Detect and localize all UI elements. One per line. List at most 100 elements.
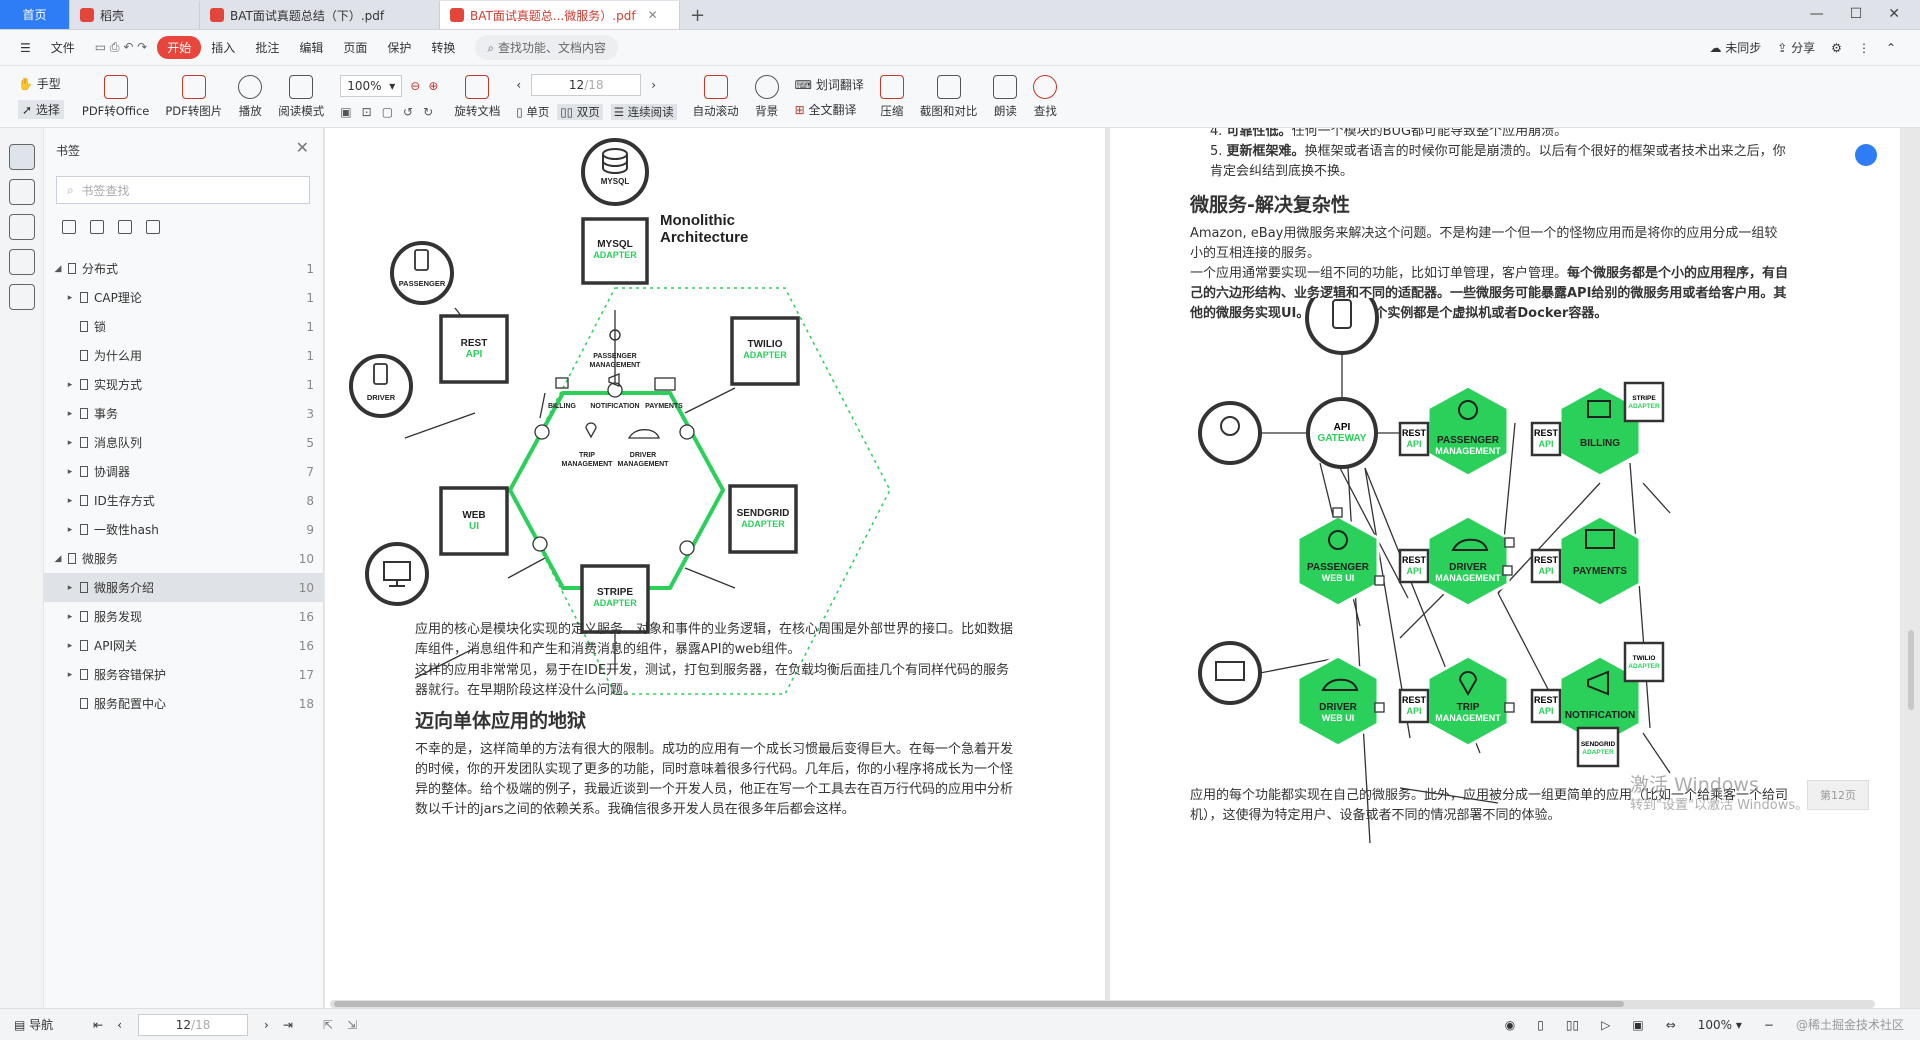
collapse-icon[interactable]: ⌃ [1886, 41, 1896, 55]
fit-page-icon[interactable]: ▣ [340, 105, 351, 119]
quick-access-icons[interactable]: ▭ ⎙ ↶ ↷ [85, 40, 158, 55]
status-zoom[interactable]: 100% ▾ [1698, 1018, 1742, 1032]
select-tool[interactable]: ➚ 选择 [18, 99, 64, 119]
bookmark-item[interactable]: 服务配置中心 18 [44, 689, 324, 718]
next-page-icon[interactable]: › [651, 78, 656, 92]
menu-convert[interactable]: 转换 [421, 39, 465, 56]
prev-page-icon[interactable]: ‹ [516, 78, 521, 92]
double-view-icon[interactable]: ▯▯ [1566, 1018, 1579, 1032]
double-page-button[interactable]: ▯▯ 双页 [557, 103, 603, 120]
bookmark-item[interactable]: 锁1 [44, 312, 324, 341]
bookmark-item[interactable]: ▸ ID生存方式 8 [44, 486, 324, 515]
autoscroll-button[interactable]: 自动滚动 [685, 68, 747, 126]
signature-panel-icon[interactable] [8, 284, 35, 310]
bookmark-item[interactable]: ◢ 微服务 10 [44, 544, 324, 573]
fit-page-icon[interactable]: ▣ [1632, 1018, 1643, 1032]
play-icon[interactable]: ▷ [1601, 1018, 1610, 1032]
nav-toggle[interactable]: ▤ 导航 [0, 1016, 53, 1033]
find-button[interactable]: 查找 [1025, 68, 1065, 126]
zoom-out-icon[interactable]: − [1764, 1018, 1774, 1032]
expand-arrow-icon[interactable]: ▸ [64, 583, 76, 593]
page-input[interactable]: 12/18 [531, 73, 642, 96]
close-window-icon[interactable]: ✕ [1888, 6, 1900, 22]
screenshot-button[interactable]: 截图和对比 [912, 68, 986, 126]
fit-width-icon[interactable]: ⊡ [362, 105, 372, 119]
expand-arrow-icon[interactable]: ▸ [64, 380, 76, 390]
zoom-in-icon[interactable]: ⊕ [428, 79, 438, 93]
menu-insert[interactable]: 插入 [201, 39, 245, 56]
expand-arrow-icon[interactable]: ▸ [64, 670, 76, 680]
bookmark-item[interactable]: 为什么用 1 [44, 341, 324, 370]
pdf-to-image-button[interactable]: PDF转图片 [157, 68, 230, 126]
add-bookmark-icon[interactable] [62, 220, 76, 234]
expand-arrow-icon[interactable]: ▸ [64, 438, 76, 448]
maximize-icon[interactable]: ☐ [1850, 6, 1863, 22]
pdf-to-office-button[interactable]: PDF转Office [74, 68, 157, 126]
expand-arrow-icon[interactable]: ▸ [64, 293, 76, 303]
vertical-scrollbar[interactable] [1906, 130, 1916, 1000]
background-button[interactable]: 背景 [747, 68, 787, 126]
bookmark-item[interactable]: ▸ 一致性hash 9 [44, 515, 324, 544]
single-page-button[interactable]: ▯ 单页 [516, 104, 549, 120]
eye-icon[interactable]: ◉ [1505, 1018, 1515, 1032]
read-aloud-button[interactable]: 朗读 [985, 68, 1025, 126]
share-button[interactable]: ⇪ 分享 [1777, 39, 1815, 56]
next-page-icon[interactable]: › [264, 1018, 269, 1032]
hand-tool[interactable]: ✋ 手型 [18, 75, 64, 92]
tab-home[interactable]: 首页 [0, 0, 70, 29]
last-page-icon[interactable]: ⇥ [283, 1018, 293, 1032]
prev-page-icon[interactable]: ‹ [117, 1018, 122, 1032]
bookmark-item[interactable]: ◢ 分布式 1 [44, 254, 324, 283]
scroll-thumb[interactable] [334, 1001, 1624, 1007]
attachment-panel-icon[interactable] [8, 249, 35, 275]
full-translate-button[interactable]: ⊞ 全文翻译 [795, 101, 864, 118]
tab-pdf-2[interactable]: BAT面试真题总...微服务）.pdf ✕ [440, 1, 680, 29]
thumbnail-panel-icon[interactable] [8, 179, 35, 205]
zoom-select[interactable]: 100% ▾ [340, 74, 403, 97]
menu-page[interactable]: 页面 [333, 39, 377, 56]
feature-search[interactable]: ⌕ 查找功能、文档内容 [475, 35, 618, 60]
expand-arrow-icon[interactable]: ▸ [64, 525, 76, 535]
bookmark-item[interactable]: ▸ CAP理论 1 [44, 283, 324, 312]
first-page-icon[interactable]: ⇤ [93, 1018, 103, 1032]
more-icon[interactable]: ⋮ [1858, 41, 1870, 55]
settings-icon[interactable]: ⚙ [1831, 41, 1842, 55]
status-page-input[interactable]: 12/18 [138, 1013, 249, 1036]
actual-size-icon[interactable]: ▢ [382, 105, 393, 119]
menu-icon[interactable]: ☰ [10, 41, 41, 55]
rotate-left-icon[interactable]: ↺ [403, 105, 413, 119]
single-view-icon[interactable]: ▯ [1537, 1018, 1544, 1032]
expand-arrow-icon[interactable]: ▸ [64, 409, 76, 419]
expand-arrow-icon[interactable]: ▸ [64, 467, 76, 477]
expand-arrow-icon[interactable]: ◢ [52, 264, 64, 274]
scroll-thumb[interactable] [1908, 630, 1914, 710]
expand-bookmark-icon[interactable] [118, 220, 132, 234]
rotate-doc-button[interactable]: 旋转文档 [446, 68, 508, 126]
play-button[interactable]: 播放 [230, 68, 270, 126]
bookmark-item[interactable]: ▸ 服务发现 16 [44, 602, 324, 631]
menu-file[interactable]: 文件 [41, 39, 85, 56]
close-icon[interactable]: ✕ [296, 138, 309, 157]
bookmark-search-input[interactable]: ⌕ 书签查找 [56, 176, 310, 204]
menu-start[interactable]: 开始 [157, 36, 202, 59]
fit-width-icon[interactable]: ⇔ [1666, 1018, 1676, 1032]
zoom-out-icon[interactable]: ⊖ [410, 79, 420, 93]
minimize-icon[interactable]: — [1810, 6, 1824, 22]
bookmark-panel-icon[interactable] [8, 144, 35, 170]
expand-arrow-icon[interactable]: ▸ [64, 641, 76, 651]
word-translate-button[interactable]: ⌨ 划词翻译 [795, 76, 864, 93]
bookmark-item[interactable]: ▸ 事务 3 [44, 399, 324, 428]
delete-bookmark-icon[interactable] [146, 220, 160, 234]
float-tool-icon[interactable] [1855, 144, 1877, 166]
tab-pdf-1[interactable]: BAT面试真题总结（下）.pdf [200, 1, 440, 29]
expand-arrow-icon[interactable]: ◢ [52, 554, 64, 564]
add-child-bookmark-icon[interactable] [90, 220, 104, 234]
expand-arrow-icon[interactable]: ▸ [64, 496, 76, 506]
add-tab-button[interactable]: + [680, 1, 715, 29]
read-mode-button[interactable]: 阅读模式 [270, 68, 332, 126]
bookmark-item[interactable]: ▸ 协调器 7 [44, 457, 324, 486]
comment-panel-icon[interactable] [8, 214, 35, 240]
bookmark-item[interactable]: ▸ 服务容错保护 17 [44, 660, 324, 689]
sync-status[interactable]: ☁ 未同步 [1709, 39, 1761, 56]
bookmark-item[interactable]: ▸ API网关 16 [44, 631, 324, 660]
